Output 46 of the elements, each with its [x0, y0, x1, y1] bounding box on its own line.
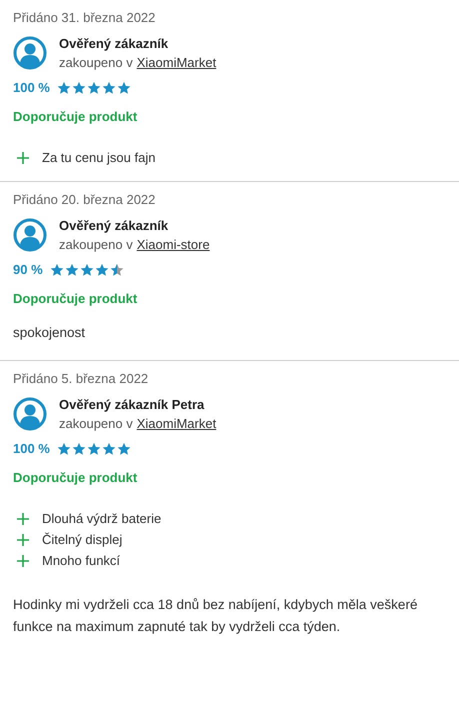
star-icon	[110, 262, 124, 276]
star-icon	[86, 442, 101, 456]
star-icon	[102, 80, 116, 94]
shop-link[interactable]: XiaomiMarket	[136, 55, 216, 70]
rating-percent: 100 %	[13, 441, 50, 456]
star-icon	[116, 442, 131, 456]
purchase-label: zakoupeno v	[59, 55, 133, 70]
user-avatar-icon	[13, 218, 47, 252]
star-icon	[72, 80, 86, 94]
star-icon	[56, 80, 71, 94]
review-date: Přidáno 5. března 2022	[13, 371, 150, 386]
purchase-label: zakoupeno v	[59, 416, 133, 431]
recommendation: Doporučuje produkt	[13, 291, 138, 306]
rating-percent: 100 %	[13, 80, 50, 95]
star-icon	[72, 442, 86, 456]
star-icon	[94, 262, 109, 276]
star-icon	[102, 442, 116, 456]
author-name: Ověřený zákazník	[59, 218, 170, 233]
author-name: Ověřený zákazník	[59, 36, 170, 51]
star-icon	[64, 262, 79, 276]
star-icon	[86, 80, 101, 94]
star-icon	[116, 80, 131, 94]
purchase-label: zakoupeno v	[59, 237, 133, 252]
review-text: spokojenost	[13, 324, 86, 342]
plus-icon	[17, 534, 29, 546]
pro-text: Dlouhá výdrž baterie	[42, 511, 162, 526]
author-name: Ověřený zákazník Petra	[59, 397, 206, 412]
star-icon	[50, 262, 64, 276]
user-avatar-icon	[13, 397, 47, 431]
plus-icon	[17, 554, 29, 566]
recommendation: Doporučuje produkt	[13, 470, 138, 485]
recommendation: Doporučuje produkt	[13, 109, 138, 124]
star-icon	[56, 442, 71, 456]
plus-icon	[17, 512, 29, 524]
review-text: Hodinky mi vydrželi cca 18 dnů bez nabíjení, kdybych měla veškeré funkce na maximum zapnuté tak by vydrželi cca týden.	[13, 596, 418, 636]
plus-icon	[17, 152, 29, 164]
star-icon	[80, 262, 94, 276]
review-date: Přidáno 20. března 2022	[13, 192, 156, 207]
pro-text: Čitelný displej	[42, 532, 122, 547]
rating-percent: 90 %	[13, 262, 43, 277]
shop-link[interactable]: XiaomiMarket	[136, 416, 216, 431]
user-avatar-icon	[13, 36, 47, 70]
pro-text: Mnoho funkcí	[42, 553, 120, 568]
pro-text: Za tu cenu jsou fajn	[42, 150, 156, 165]
review-date: Přidáno 31. března 2022	[13, 10, 156, 25]
shop-link[interactable]: Xiaomi-store	[136, 237, 210, 252]
